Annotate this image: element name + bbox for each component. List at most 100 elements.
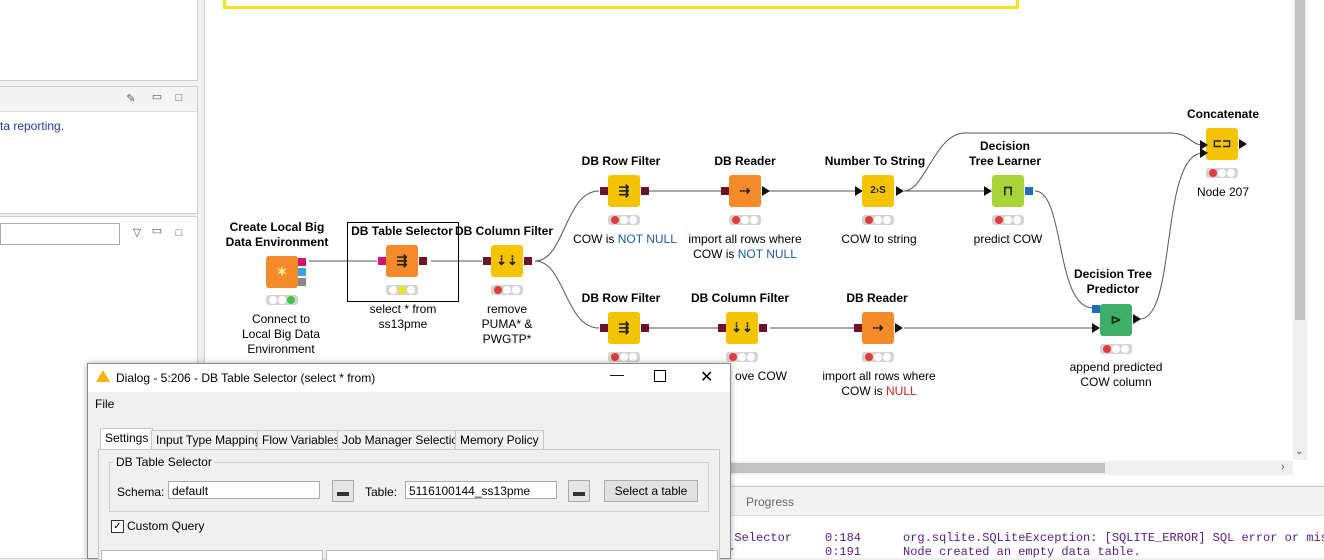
tab-flow-variables[interactable]: Flow Variables [257, 430, 345, 449]
node-label-number-to-string[interactable]: COW to string [819, 232, 939, 247]
schema-flow-variable-button[interactable] [332, 480, 354, 502]
query-preview-area[interactable] [326, 550, 718, 560]
node-dt-learner[interactable]: ⊓ [992, 175, 1024, 207]
output-port[interactable] [641, 187, 649, 195]
node-db-row-filter-1[interactable]: ⇶ [608, 175, 640, 207]
output-port[interactable] [1239, 139, 1247, 149]
minimize-window-icon[interactable]: — [610, 366, 624, 382]
concatenate-icon: ⊏⊐ [1212, 138, 1232, 150]
row-filter-icon: ⇶ [618, 183, 630, 198]
input-port[interactable] [718, 324, 726, 332]
close-window-icon[interactable]: ✕ [700, 367, 713, 387]
output-port[interactable] [419, 257, 427, 265]
node-label-db-column-filter-2[interactable]: ove COW [731, 369, 791, 384]
node-concatenate[interactable]: ⊏⊐ [1206, 128, 1238, 160]
node-title-db-reader-2: DB Reader [846, 291, 908, 305]
node-label-db-column-filter-1[interactable]: remove PUMA* & PWGTP* [467, 302, 547, 347]
spark-icon: ✶ [276, 264, 288, 279]
node-label-db-row-filter-1[interactable]: COW is NOT NULL [560, 232, 690, 247]
input-port[interactable] [378, 257, 386, 265]
maximize-icon[interactable]: □ [172, 91, 186, 105]
tab-memory-policy[interactable]: Memory Policy [455, 430, 544, 449]
node-title-db-column-filter-1: DB Column Filter [455, 224, 553, 238]
input-port[interactable] [483, 257, 491, 265]
row-filter-icon: ⇶ [618, 320, 630, 335]
custom-query-label[interactable]: Custom Query [127, 519, 204, 533]
table-flow-variable-button[interactable] [568, 480, 590, 502]
node-status-lights [608, 352, 640, 362]
node-label-concatenate[interactable]: Node 207 [1173, 185, 1273, 200]
node-create-local-big-data[interactable]: ✶ [266, 256, 298, 288]
output-port[interactable] [762, 186, 770, 196]
node-db-reader-2[interactable]: ⇢ [862, 312, 894, 344]
number-to-string-icon: 2›S [870, 185, 886, 196]
description-panel-header: ✎ ▭ □ [0, 87, 197, 112]
node-title-dt-learner: Decision Tree Learner [968, 139, 1042, 168]
node-db-row-filter-2[interactable]: ⇶ [608, 312, 640, 344]
tab-input-type-mapping[interactable]: Input Type Mapping [151, 430, 267, 449]
output-port-spark[interactable] [298, 278, 306, 286]
schema-input[interactable]: default [168, 481, 320, 499]
input-port[interactable] [854, 324, 862, 332]
output-port-db[interactable] [298, 258, 306, 266]
node-label-db-reader-2[interactable]: import all rows where COW is NULL [809, 369, 949, 399]
query-editor-area[interactable] [101, 550, 323, 560]
dialog-titlebar[interactable]: Dialog - 5:206 - DB Table Selector (sele… [88, 364, 730, 392]
node-number-to-string[interactable]: 2›S [862, 175, 894, 207]
table-input[interactable]: 5116100144_ss13pme [405, 481, 557, 499]
output-port[interactable] [759, 324, 767, 332]
maximize-window-icon[interactable] [654, 370, 666, 382]
edit-notes-icon[interactable]: ✎ [124, 92, 138, 106]
progress-tab[interactable]: Progress [720, 487, 1324, 516]
output-port[interactable] [641, 324, 649, 332]
canvas-horizontal-scrollbar[interactable]: › [725, 461, 1293, 475]
dialog-title: Dialog - 5:206 - DB Table Selector (sele… [116, 371, 376, 385]
node-label-dt-predictor[interactable]: append predicted COW column [1056, 360, 1176, 390]
node-label-db-table-selector[interactable]: select * from ss13pme [353, 302, 453, 332]
output-port[interactable] [896, 186, 904, 196]
node-label-db-reader-1[interactable]: import all rows where COW is NOT NULL [675, 232, 815, 262]
output-port[interactable] [524, 257, 532, 265]
input-port-data[interactable] [1092, 323, 1100, 333]
input-port[interactable] [600, 187, 608, 195]
node-label-dt-learner[interactable]: predict COW [958, 232, 1058, 247]
db-table-selector-dialog: Dialog - 5:206 - DB Table Selector (sele… [87, 363, 731, 560]
node-title-db-row-filter-1: DB Row Filter [581, 154, 661, 168]
node-status-lights [729, 215, 761, 225]
maximize-icon[interactable]: □ [172, 226, 186, 240]
input-port[interactable] [984, 186, 992, 196]
input-port-model[interactable] [1092, 305, 1100, 313]
node-db-table-selector[interactable]: ⇶ [386, 245, 418, 277]
output-port-hdfs[interactable] [298, 268, 306, 276]
output-port-model[interactable] [1025, 187, 1033, 195]
tab-job-manager-selection[interactable]: Job Manager Selection [337, 430, 470, 449]
select-table-button[interactable]: Select a table [604, 480, 698, 502]
output-port[interactable] [1133, 314, 1141, 324]
output-port[interactable] [895, 323, 903, 333]
node-db-reader-1[interactable]: ⇢ [729, 175, 761, 207]
input-port[interactable] [600, 324, 608, 332]
minimize-icon[interactable]: ▭ [150, 224, 164, 238]
db-reader-icon: ⇢ [739, 183, 751, 198]
input-port[interactable] [721, 187, 729, 195]
node-status-lights [1100, 344, 1132, 354]
node-db-column-filter-1[interactable]: ⇣⇣ [491, 245, 523, 277]
menu-file[interactable]: File [95, 397, 114, 411]
console-row: e Selector 0:184 org.sqlite.SQLiteExceptio… [720, 531, 1324, 545]
node-status-lights [992, 215, 1024, 225]
tab-settings[interactable]: Settings [100, 428, 154, 450]
tab-content: DB Table Selector Schema: default Table:… [98, 449, 720, 560]
node-label-create-local[interactable]: Connect to Local Big Data Environment [231, 312, 331, 357]
minimize-icon[interactable]: ▭ [150, 90, 164, 104]
node-search-input[interactable] [0, 223, 120, 245]
filter-dropdown-icon[interactable]: ▽ [130, 226, 144, 240]
node-title-create-local: Create Local Big Data Environment [225, 220, 329, 249]
progress-tab-label[interactable]: Progress [746, 495, 794, 509]
node-db-column-filter-2[interactable]: ⇣⇣ [726, 312, 758, 344]
custom-query-checkbox[interactable]: ✓ [111, 520, 124, 533]
node-title-db-table-selector: DB Table Selector [351, 224, 453, 238]
node-title-db-reader-1: DB Reader [714, 154, 776, 168]
input-port-2[interactable] [1200, 148, 1208, 158]
right-edge-panel [1310, 0, 1324, 485]
node-dt-predictor[interactable]: ⊳ [1100, 304, 1132, 336]
